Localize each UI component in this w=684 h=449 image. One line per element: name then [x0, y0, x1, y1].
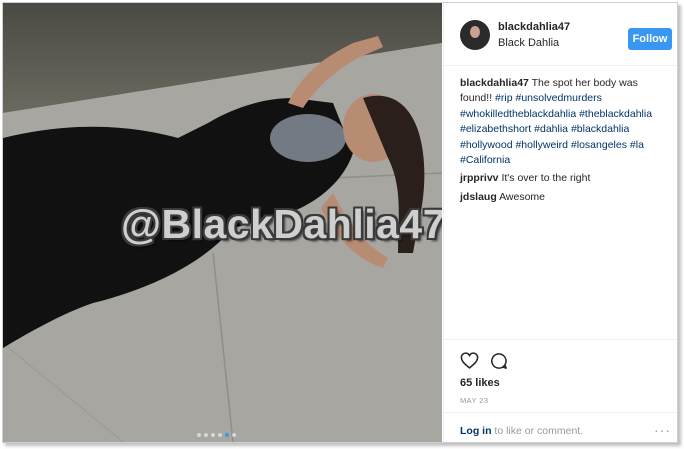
post-date: MAY 23	[460, 396, 489, 405]
hashtag-link[interactable]: #theblackdahlia	[579, 108, 652, 120]
hashtag-link[interactable]: #la	[630, 139, 644, 151]
login-link[interactable]: Log in	[460, 425, 492, 437]
hashtag-link[interactable]: #blackdahlia	[571, 123, 629, 135]
post-photo[interactable]: @BlackDahlia47	[3, 3, 442, 442]
carousel-dots	[197, 433, 236, 437]
hashtag-link[interactable]: #losangeles	[571, 139, 627, 151]
login-prompt-text: to like or comment.	[494, 425, 584, 437]
post-header: blackdahlia47 Black Dahlia Follow	[444, 3, 677, 66]
carousel-dot[interactable]	[232, 433, 236, 437]
hashtag-link[interactable]: #dahlia	[534, 123, 568, 135]
hashtag-link[interactable]: #rip	[495, 92, 513, 104]
caption-username[interactable]: blackdahlia47	[460, 77, 529, 89]
instagram-post-frame: @BlackDahlia47 blackdahlia47 Black Dahli…	[2, 2, 678, 443]
comment-username[interactable]: jrpprivv	[460, 172, 499, 184]
comment-item: jrpprivv It's over to the right	[460, 171, 670, 186]
watermark-text: @BlackDahlia47	[121, 201, 442, 247]
carousel-dot-active[interactable]	[225, 433, 229, 437]
carousel-dot[interactable]	[218, 433, 222, 437]
hashtag-link[interactable]: #hollyweird	[515, 139, 568, 151]
hashtag-link[interactable]: #whokilledtheblackdahlia	[460, 108, 576, 120]
hashtag-link[interactable]: #elizabethshort	[460, 123, 531, 135]
comment-text: It's over to the right	[501, 172, 591, 185]
carousel-dot[interactable]	[211, 433, 215, 437]
avatar[interactable]	[460, 20, 490, 50]
login-prompt: Log in to like or comment.	[460, 425, 583, 437]
header-location[interactable]: Black Dahlia	[498, 37, 559, 49]
hashtag-link[interactable]: #hollywood	[460, 139, 513, 151]
hashtag-link[interactable]: #California	[460, 154, 510, 166]
comment-text: Awesome	[499, 190, 546, 203]
follow-button[interactable]: Follow	[628, 28, 672, 50]
comments-section: blackdahlia47 The spot her body was foun…	[460, 76, 670, 208]
post-side-panel: blackdahlia47 Black Dahlia Follow blackd…	[443, 3, 677, 442]
carousel-dot[interactable]	[197, 433, 201, 437]
comment-icon[interactable]	[490, 352, 508, 370]
carousel-dot[interactable]	[204, 433, 208, 437]
likes-count[interactable]: 65 likes	[460, 377, 500, 389]
post-actions: 65 likes MAY 23	[444, 339, 677, 405]
comment-item: jdslaug Awesome	[460, 190, 670, 205]
login-bar: Log in to like or comment. ···	[444, 412, 677, 442]
more-options-button[interactable]: ···	[654, 422, 671, 438]
heart-icon[interactable]	[460, 352, 479, 369]
header-username[interactable]: blackdahlia47	[498, 21, 570, 33]
comment-username[interactable]: jdslaug	[460, 191, 497, 203]
hashtag-link[interactable]: #unsolvedmurders	[515, 92, 601, 104]
caption: blackdahlia47 The spot her body was foun…	[460, 76, 670, 168]
